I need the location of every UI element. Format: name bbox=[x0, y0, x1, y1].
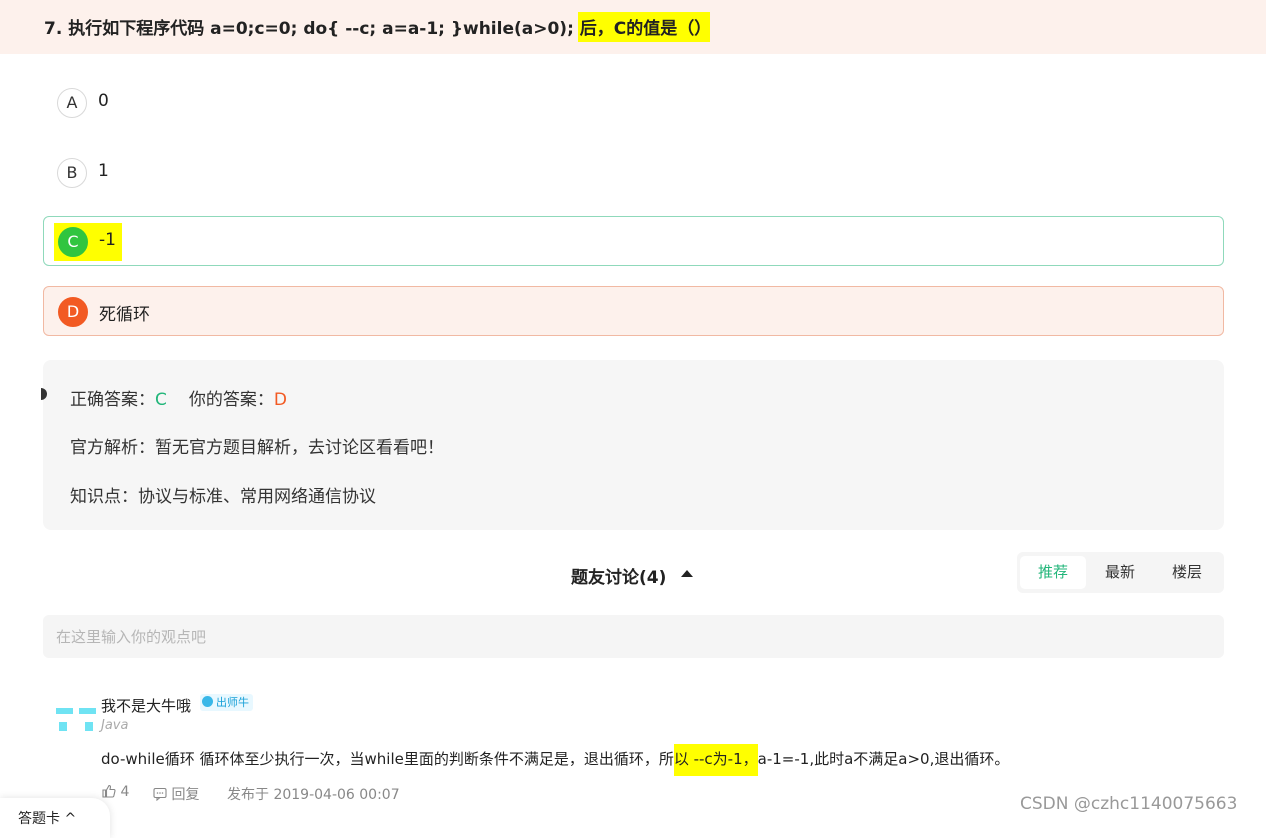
collapse-caret-icon[interactable] bbox=[681, 570, 693, 577]
option-c-text: -1 bbox=[99, 230, 116, 250]
panel-marker-icon bbox=[41, 388, 47, 400]
option-c-letter: C bbox=[58, 227, 88, 257]
comment-input[interactable] bbox=[43, 615, 1224, 658]
answer-row: 正确答案：C 你的答案：D bbox=[70, 385, 287, 410]
option-b-letter: B bbox=[57, 158, 87, 188]
reply-label: 回复 bbox=[171, 787, 200, 803]
your-answer-label: 你的答案： bbox=[188, 390, 274, 410]
option-b[interactable]: B 1 bbox=[43, 148, 1224, 198]
comment-icon bbox=[153, 787, 167, 802]
question-title: 7. 执行如下程序代码 a=0;c=0; do{ --c; a=a-1; }wh… bbox=[44, 19, 712, 39]
comment-username[interactable]: 我不是大牛哦 bbox=[101, 695, 191, 716]
reply-button[interactable]: 回复 bbox=[153, 784, 199, 804]
answer-card-button[interactable]: 答题卡 ^ bbox=[0, 798, 110, 838]
option-a[interactable]: A 0 bbox=[43, 78, 1224, 128]
option-d-wrong[interactable]: D 死循环 bbox=[43, 286, 1224, 336]
watermark: CSDN @czhc1140075663 bbox=[1020, 794, 1238, 814]
like-button[interactable]: 4 bbox=[102, 784, 129, 800]
correct-answer-value: C bbox=[155, 390, 167, 410]
tab-recommended[interactable]: 推荐 bbox=[1020, 556, 1086, 589]
option-c-correct[interactable]: C -1 bbox=[43, 216, 1224, 266]
post-time: 发布于 2019-04-06 00:07 bbox=[227, 787, 400, 803]
option-a-letter: A bbox=[57, 88, 87, 118]
badge-icon bbox=[202, 696, 213, 707]
correct-answer-label: 正确答案： bbox=[70, 390, 155, 410]
option-d-letter: D bbox=[58, 297, 88, 327]
user-tag: Java bbox=[101, 718, 129, 733]
thumbs-up-icon bbox=[102, 784, 116, 798]
your-answer-value: D bbox=[273, 390, 287, 410]
tab-latest[interactable]: 最新 bbox=[1087, 556, 1153, 589]
discussion-title[interactable]: 题友讨论(4) bbox=[571, 563, 666, 588]
user-level-badge: 出师牛 bbox=[200, 694, 253, 711]
answer-analysis-panel: 正确答案：C 你的答案：D 官方解析：暂无官方题目解析，去讨论区看看吧！ 知识点：… bbox=[41, 360, 1224, 530]
chevron-up-icon: ^ bbox=[64, 811, 77, 827]
option-a-text: 0 bbox=[98, 91, 109, 111]
comment-text-part2: a-1=-1,此时a不满足a>0,退出循环。 bbox=[757, 750, 1010, 768]
option-b-text: 1 bbox=[98, 161, 109, 181]
option-d-text: 死循环 bbox=[99, 305, 150, 325]
comment-text-part1: do-while循环 循环体至少执行一次，当while里面的判断条件不满足是，退… bbox=[101, 750, 674, 768]
avatar[interactable] bbox=[56, 706, 96, 734]
comment-text: do-while循环 循环体至少执行一次，当while里面的判断条件不满足是，退… bbox=[101, 744, 1010, 776]
like-count: 4 bbox=[120, 784, 130, 800]
badge-label: 出师牛 bbox=[216, 696, 249, 709]
sort-tabs: 推荐 最新 楼层 bbox=[1017, 552, 1224, 593]
answer-card-label: 答题卡 ^ bbox=[18, 811, 77, 827]
knowledge-points: 知识点：协议与标准、常用网络通信协议 bbox=[70, 487, 376, 507]
comment-text-highlight: 以 --c为-1， bbox=[673, 744, 758, 776]
official-analysis: 官方解析：暂无官方题目解析，去讨论区看看吧！ bbox=[70, 438, 444, 458]
tab-floor[interactable]: 楼层 bbox=[1154, 556, 1220, 589]
